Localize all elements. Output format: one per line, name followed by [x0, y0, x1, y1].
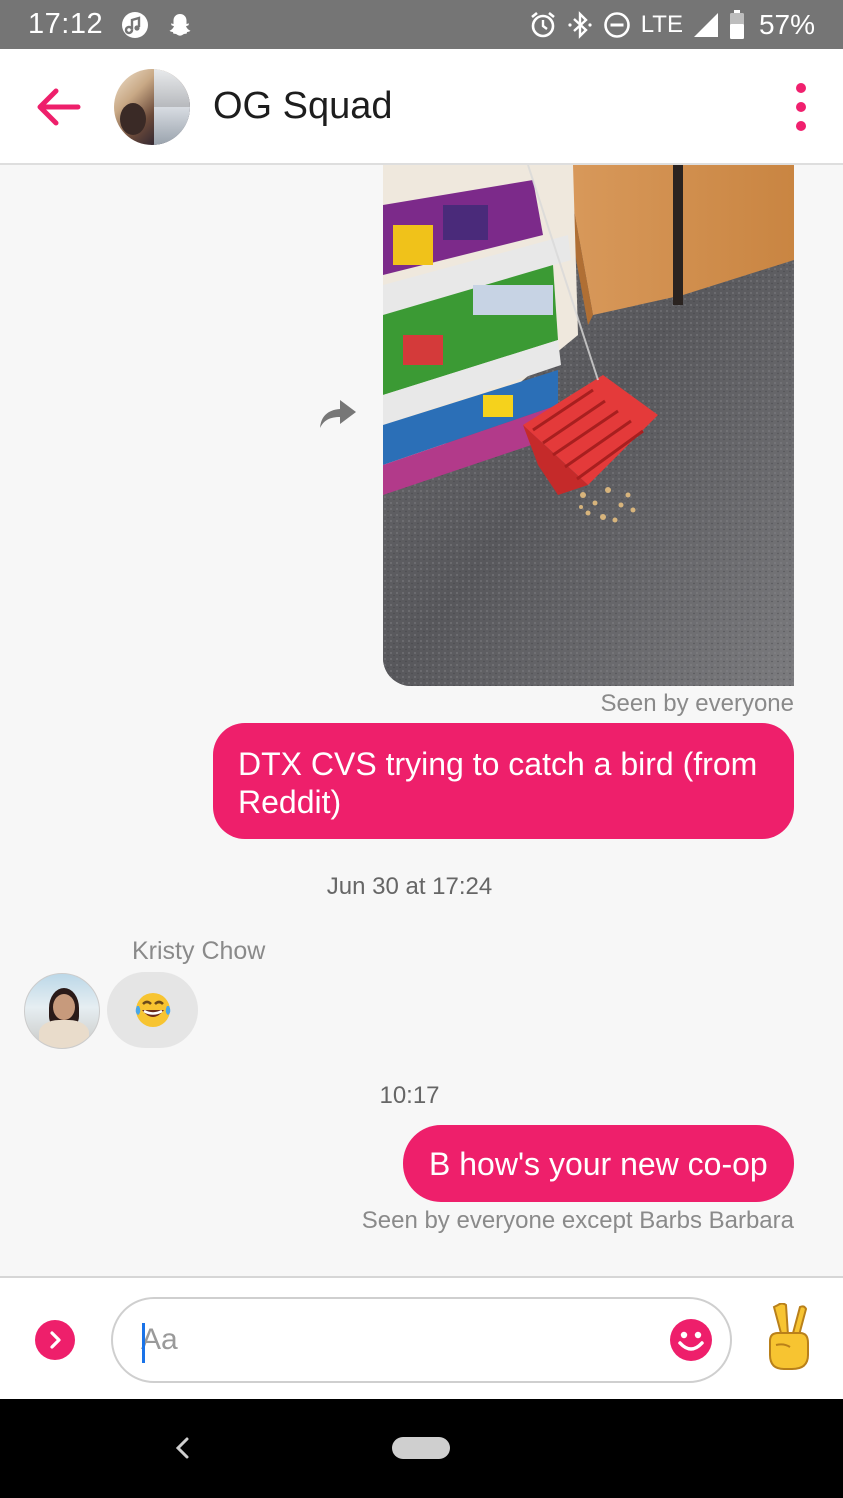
conversation-header: OG Squad	[0, 49, 843, 165]
sender-name: Kristy Chow	[132, 937, 266, 965]
forward-button[interactable]	[318, 396, 358, 432]
incoming-emoji-message[interactable]	[107, 972, 198, 1048]
alarm-icon	[529, 11, 557, 39]
music-icon	[121, 11, 149, 39]
message-timestamp: Jun 30 at 17:24	[326, 873, 493, 900]
victory-hand-icon	[769, 1302, 809, 1370]
message-input[interactable]	[141, 1317, 641, 1363]
battery-percent: 57%	[758, 8, 815, 40]
text-cursor	[142, 1323, 145, 1363]
signal-icon	[693, 12, 719, 38]
expand-actions-button[interactable]	[35, 1320, 75, 1360]
chevron-left-icon	[175, 1437, 189, 1459]
photo-image	[383, 165, 794, 686]
more-vertical-icon	[796, 83, 806, 93]
outgoing-message[interactable]: B how's your new co-op	[403, 1125, 794, 1202]
snapchat-icon	[167, 12, 193, 38]
arrow-left-icon	[37, 88, 81, 126]
group-avatar[interactable]	[114, 69, 190, 145]
quick-reaction-button[interactable]	[760, 1302, 818, 1373]
shared-photo[interactable]	[383, 165, 794, 686]
nav-home-button[interactable]	[392, 1437, 450, 1459]
status-time: 17:12	[28, 8, 104, 40]
do-not-disturb-icon	[603, 11, 631, 39]
sender-avatar[interactable]	[24, 973, 100, 1049]
status-left: 17:12	[28, 8, 193, 41]
seen-receipt: Seen by everyone except Barbs Barbara	[361, 1207, 794, 1234]
network-type: LTE	[640, 10, 683, 38]
status-bar: 17:12 LTE 57%	[0, 0, 843, 49]
status-right: LTE 57%	[529, 9, 815, 41]
message-composer	[0, 1276, 843, 1399]
emoji-button[interactable]	[669, 1318, 713, 1362]
chevron-right-icon	[50, 1331, 61, 1349]
system-nav-bar	[0, 1399, 843, 1498]
message-timestamp: 10:17	[379, 1082, 440, 1109]
nav-back-button[interactable]	[170, 1433, 194, 1463]
seen-receipt: Seen by everyone	[600, 690, 794, 717]
tears-of-joy-emoji-icon	[135, 993, 170, 1027]
conversation-title[interactable]: OG Squad	[213, 85, 393, 128]
back-button[interactable]	[30, 85, 84, 129]
smiley-icon	[670, 1319, 712, 1361]
bluetooth-icon	[567, 10, 593, 39]
share-arrow-icon	[320, 400, 356, 428]
message-input-container[interactable]	[111, 1297, 732, 1383]
battery-icon	[729, 9, 745, 40]
outgoing-message[interactable]: DTX CVS trying to catch a bird (from Red…	[213, 723, 794, 839]
more-options-button[interactable]	[787, 83, 815, 131]
